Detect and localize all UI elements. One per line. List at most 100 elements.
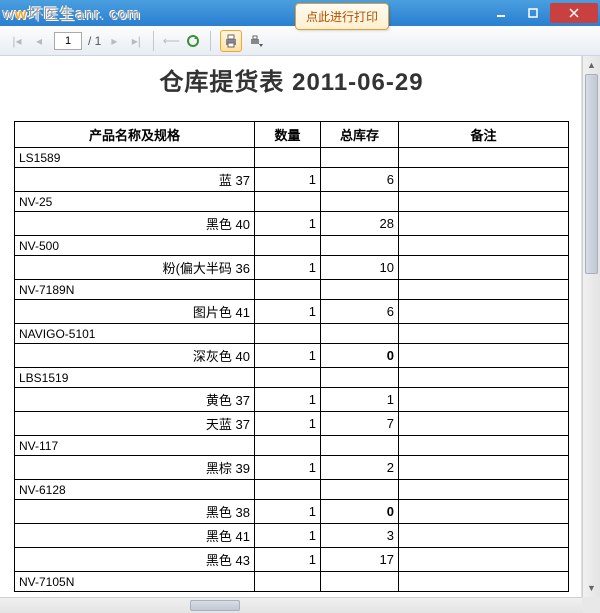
stock-cell: 0 [321, 500, 399, 524]
group-cell: NV-25 [15, 192, 255, 212]
remark-cell [399, 344, 569, 368]
back-icon[interactable]: ⟵ [162, 32, 180, 50]
col-stock: 总库存 [321, 122, 399, 148]
product-cell: 黑色 41 [15, 524, 255, 548]
table-row: NV-25 [15, 192, 569, 212]
group-cell: NV-6128 [15, 480, 255, 500]
table-row: 图片色 4116 [15, 300, 569, 324]
refresh-icon[interactable] [184, 32, 202, 50]
product-cell: 天蓝 37 [15, 412, 255, 436]
remark-cell [399, 548, 569, 572]
qty-cell: 1 [255, 456, 321, 480]
print-dropdown-icon[interactable] [247, 32, 265, 50]
remark-cell [399, 500, 569, 524]
minimize-button[interactable] [486, 3, 516, 23]
qty-cell: 1 [255, 344, 321, 368]
group-cell: LBS1519 [15, 368, 255, 388]
scroll-corner [582, 597, 600, 613]
scroll-down-icon[interactable]: ▼ [583, 579, 600, 597]
product-cell: 深灰色 40 [15, 344, 255, 368]
product-cell: 黑色 38 [15, 500, 255, 524]
qty-cell: 1 [255, 524, 321, 548]
stock-cell: 2 [321, 456, 399, 480]
table-row: NV-7105N [15, 572, 569, 592]
remark-cell [399, 388, 569, 412]
report-page: 仓库提货表 2011-06-29 产品名称及规格 数量 总库存 备注 LS158… [0, 56, 581, 592]
table-row: 深灰色 4010 [15, 344, 569, 368]
first-page-icon[interactable]: |◂ [8, 32, 26, 50]
remark-cell [399, 524, 569, 548]
close-button[interactable] [550, 3, 598, 23]
next-page-icon[interactable]: ▸ [105, 32, 123, 50]
page-input[interactable] [54, 32, 82, 50]
table-row: LBS1519 [15, 368, 569, 388]
remark-cell [399, 412, 569, 436]
stock-cell: 6 [321, 168, 399, 192]
page-separator: / 1 [88, 34, 101, 48]
group-cell: NV-500 [15, 236, 255, 256]
stock-cell: 28 [321, 212, 399, 236]
table-row: 黑棕 3912 [15, 456, 569, 480]
table-row: 黑色 43117 [15, 548, 569, 572]
stock-cell: 1 [321, 388, 399, 412]
stock-cell: 10 [321, 256, 399, 280]
group-cell: NV-7189N [15, 280, 255, 300]
qty-cell: 1 [255, 548, 321, 572]
stock-cell: 17 [321, 548, 399, 572]
stock-cell: 6 [321, 300, 399, 324]
remark-cell [399, 256, 569, 280]
remark-cell [399, 300, 569, 324]
remark-cell [399, 212, 569, 236]
scroll-up-icon[interactable]: ▲ [583, 56, 600, 74]
total-pages: 1 [95, 34, 102, 48]
product-cell: 黑色 43 [15, 548, 255, 572]
maximize-button[interactable] [518, 3, 548, 23]
print-tooltip: 点此进行打印 [295, 3, 389, 30]
table-row: NV-500 [15, 236, 569, 256]
product-cell: 图片色 41 [15, 300, 255, 324]
stock-cell: 3 [321, 524, 399, 548]
product-cell: 黑色 40 [15, 212, 255, 236]
document-title: 仓库提货表 2011-06-29 [14, 62, 569, 97]
group-cell: NV-117 [15, 436, 255, 456]
group-cell: LS1589 [15, 148, 255, 168]
stock-cell: 7 [321, 412, 399, 436]
toolbar: |◂ ◂ / 1 ▸ ▸| ⟵ [0, 26, 600, 56]
product-cell: 黑棕 39 [15, 456, 255, 480]
qty-cell: 1 [255, 412, 321, 436]
qty-cell: 1 [255, 212, 321, 236]
qty-cell: 1 [255, 168, 321, 192]
table-row: 粉(偏大半码 36110 [15, 256, 569, 280]
vscroll-thumb[interactable] [585, 74, 598, 274]
product-cell: 黄色 37 [15, 388, 255, 412]
col-remark: 备注 [399, 122, 569, 148]
last-page-icon[interactable]: ▸| [127, 32, 145, 50]
qty-cell: 1 [255, 500, 321, 524]
report-viewport: 仓库提货表 2011-06-29 产品名称及规格 数量 总库存 备注 LS158… [0, 56, 582, 597]
col-product: 产品名称及规格 [15, 122, 255, 148]
stock-cell: 0 [321, 344, 399, 368]
table-row: NV-117 [15, 436, 569, 456]
hscroll-thumb[interactable] [190, 600, 240, 611]
divider [153, 31, 154, 51]
horizontal-scrollbar[interactable] [0, 597, 582, 613]
prev-page-icon[interactable]: ◂ [30, 32, 48, 50]
table-row: NAVIGO-5101 [15, 324, 569, 344]
qty-cell: 1 [255, 256, 321, 280]
table-row: 黄色 3711 [15, 388, 569, 412]
product-cell: 粉(偏大半码 36 [15, 256, 255, 280]
table-row: 黑色 3810 [15, 500, 569, 524]
pickup-table: 产品名称及规格 数量 总库存 备注 LS1589蓝 3716NV-25黑色 40… [14, 121, 569, 592]
qty-cell: 1 [255, 388, 321, 412]
table-row: 黑色 4113 [15, 524, 569, 548]
divider [210, 31, 211, 51]
print-button[interactable] [220, 30, 242, 52]
col-qty: 数量 [255, 122, 321, 148]
remark-cell [399, 456, 569, 480]
group-cell: NAVIGO-5101 [15, 324, 255, 344]
table-row: LS1589 [15, 148, 569, 168]
table-row: NV-7189N [15, 280, 569, 300]
vertical-scrollbar[interactable]: ▲ ▼ [582, 56, 600, 597]
remark-cell [399, 168, 569, 192]
product-cell: 蓝 37 [15, 168, 255, 192]
